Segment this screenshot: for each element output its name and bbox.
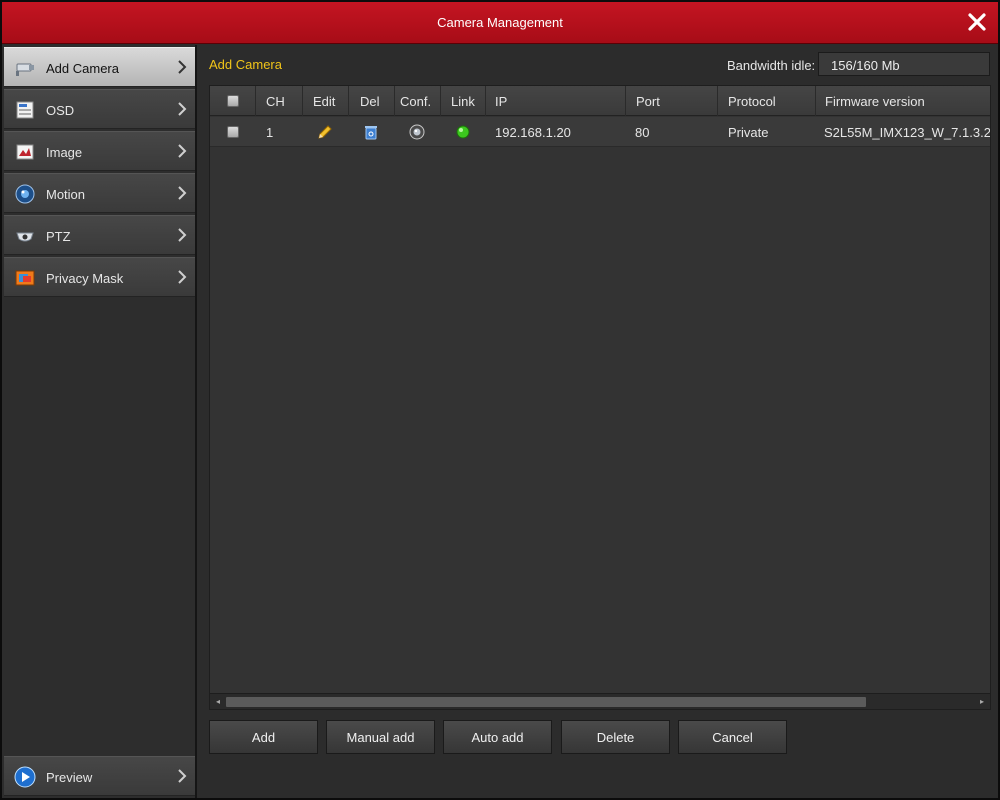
column-header-ch: CH [256, 86, 303, 116]
header-select-all-cell [210, 86, 256, 116]
column-header-link: Link [441, 86, 486, 116]
chevron-right-icon [177, 185, 187, 201]
camera-icon [14, 57, 36, 79]
config-camera-icon[interactable] [408, 123, 426, 141]
column-header-firmware: Firmware version [825, 94, 925, 109]
manual-add-button[interactable]: Manual add [326, 720, 435, 754]
cell-ch: 1 [266, 125, 274, 140]
sidebar: Add Camera OSD Image Motion PTZ Privacy … [2, 45, 197, 798]
chevron-right-icon [177, 269, 187, 285]
cell-port: 80 [635, 125, 650, 140]
main-panel: Add Camera Bandwidth idle: 156/160 Mb CH… [199, 45, 998, 798]
sidebar-item-label: Preview [46, 770, 93, 785]
sidebar-item-label: Add Camera [46, 61, 119, 76]
link-status-icon [454, 123, 472, 141]
cancel-button[interactable]: Cancel [678, 720, 787, 754]
camera-table: CH Edit Del Conf. Link IP Port Protocol … [209, 85, 991, 710]
sidebar-item-label: Image [46, 145, 83, 160]
scroll-left-arrow-icon[interactable]: ◂ [212, 696, 224, 708]
cell-ip: 192.168.1.20 [495, 125, 571, 140]
column-header-del: Del [349, 86, 395, 116]
sidebar-item-label: Privacy Mask [46, 271, 124, 286]
chevron-right-icon [177, 768, 187, 784]
sidebar-item-privacy-mask[interactable]: Privacy Mask [4, 257, 195, 297]
column-header-port: Port [626, 86, 718, 116]
section-title: Add Camera [209, 57, 282, 72]
window-title: Camera Management [437, 15, 563, 30]
select-all-checkbox[interactable] [227, 95, 239, 107]
sidebar-item-osd[interactable]: OSD [4, 89, 195, 129]
column-header-protocol: Protocol [718, 86, 816, 116]
add-button[interactable]: Add [209, 720, 318, 754]
horizontal-scrollbar[interactable]: ◂ ▸ [210, 693, 990, 709]
scroll-right-arrow-icon[interactable]: ▸ [976, 696, 988, 708]
osd-icon [14, 99, 36, 121]
sidebar-item-label: PTZ [46, 229, 71, 244]
sidebar-item-label: Motion [46, 187, 86, 202]
sidebar-item-add-camera[interactable]: Add Camera [4, 47, 195, 87]
chevron-right-icon [177, 143, 187, 159]
column-header-edit: Edit [303, 86, 349, 116]
close-icon[interactable] [966, 11, 988, 33]
table-row[interactable]: 1 192.168.1.20 80 Private S2L55M_IMX123_… [210, 117, 990, 147]
delete-button[interactable]: Delete [561, 720, 670, 754]
column-header-ip: IP [486, 86, 626, 116]
column-header-conf: Conf. [395, 86, 441, 116]
image-icon [14, 141, 36, 163]
sidebar-item-motion[interactable]: Motion [4, 173, 195, 213]
sidebar-item-ptz[interactable]: PTZ [4, 215, 195, 255]
edit-pencil-icon[interactable] [316, 123, 334, 141]
ptz-icon [14, 225, 36, 247]
scrollbar-thumb[interactable] [226, 697, 866, 707]
play-icon [14, 766, 36, 788]
cell-firmware: S2L55M_IMX123_W_7.1.3.2 [824, 125, 990, 140]
sidebar-item-label: OSD [46, 103, 75, 118]
auto-add-button[interactable]: Auto add [443, 720, 552, 754]
chevron-right-icon [177, 59, 187, 75]
sidebar-item-preview[interactable]: Preview [4, 756, 195, 796]
chevron-right-icon [177, 227, 187, 243]
bandwidth-value: 156/160 Mb [818, 52, 990, 76]
row-checkbox[interactable] [227, 126, 239, 138]
chevron-right-icon [177, 101, 187, 117]
sidebar-item-image[interactable]: Image [4, 131, 195, 171]
title-bar: Camera Management [2, 2, 998, 44]
cell-protocol: Private [728, 125, 769, 140]
bandwidth-label: Bandwidth idle: [727, 58, 816, 73]
motion-icon [14, 183, 36, 205]
table-header: CH Edit Del Conf. Link IP Port Protocol … [210, 86, 990, 116]
camera-management-window: Camera Management Add Camera OSD Image M… [0, 0, 1000, 800]
delete-trash-icon[interactable] [362, 123, 380, 141]
privacy-mask-icon [14, 267, 36, 289]
